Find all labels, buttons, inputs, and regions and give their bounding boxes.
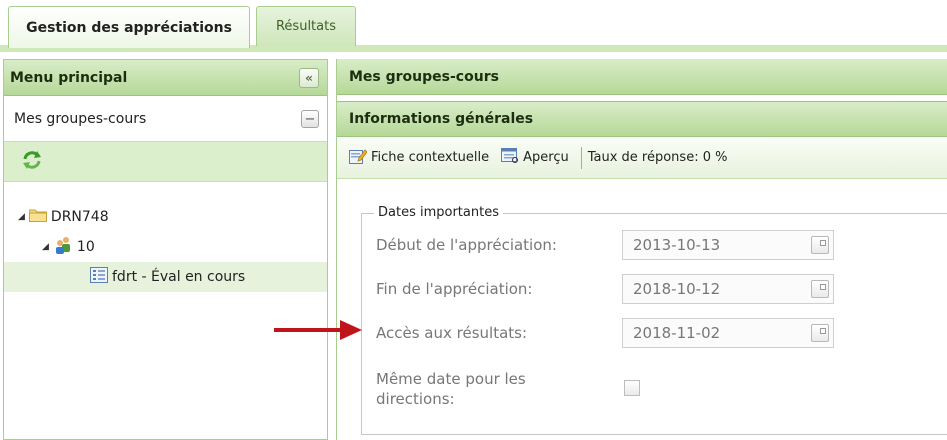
tab-bar: Gestion des appréciations Résultats [0, 0, 947, 52]
expand-triangle-icon[interactable]: ◢ [42, 242, 49, 252]
fin-appreciation-label: Fin de l'appréciation: [376, 274, 532, 304]
preview-icon [501, 147, 519, 168]
folder-icon [28, 208, 48, 226]
field-value: 2013-10-13 [633, 236, 721, 254]
right-panel-header: Mes groupes-cours [337, 59, 947, 95]
dates-importantes-fieldset: Dates importantes Début de l'appréciatio… [361, 205, 947, 435]
info-toolbar: Fiche contextuelle Aperçu Taux de répons… [337, 137, 947, 179]
left-panel: Menu principal « Mes groupes-cours − ◢ D… [3, 59, 328, 440]
field-label: Fin de l'appréciation: [376, 280, 533, 298]
calendar-icon[interactable] [811, 236, 829, 254]
taux-reponse-text: Taux de réponse: 0 % [587, 150, 728, 165]
left-panel-title: Menu principal [10, 69, 128, 86]
course-tree: ◢ DRN748 ◢ 10 fdrt - Éval en cours [4, 182, 327, 292]
tab-label: Gestion des appréciations [26, 19, 232, 36]
fiche-contextuelle-label: Fiche contextuelle [371, 150, 490, 165]
fiche-contextuelle-button[interactable]: Fiche contextuelle [349, 148, 489, 168]
tree-node-fdrt[interactable]: fdrt - Éval en cours [4, 262, 327, 292]
red-arrow-icon [274, 320, 362, 340]
tab-gestion-appreciations[interactable]: Gestion des appréciations [8, 6, 250, 48]
refresh-icon[interactable] [22, 150, 42, 173]
tree-node-label: DRN748 [50, 209, 109, 225]
collapse-section-button[interactable]: − [301, 110, 319, 128]
subsection-header[interactable]: Mes groupes-cours − [4, 96, 327, 142]
toolbar-separator [580, 146, 582, 169]
refresh-toolbar [4, 142, 327, 182]
tab-resultats[interactable]: Résultats [256, 6, 356, 46]
tree-node-drn748[interactable]: ◢ DRN748 [4, 202, 327, 232]
meme-date-label: Même date pour les directions: [376, 364, 526, 414]
field-value: 2018-10-12 [633, 280, 721, 298]
tab-label: Résultats [275, 19, 336, 34]
meme-date-checkbox[interactable] [624, 380, 640, 396]
expand-triangle-icon[interactable]: ◢ [18, 212, 25, 222]
left-panel-header: Menu principal « [4, 60, 327, 96]
apercu-label: Aperçu [523, 150, 569, 165]
acces-resultats-field[interactable]: 2018-11-02 [622, 318, 834, 348]
field-label: Début de l'appréciation: [376, 236, 557, 254]
tree-node-label: fdrt - Éval en cours [112, 269, 246, 285]
right-panel: Mes groupes-cours Informations générales… [336, 59, 947, 440]
right-panel-title: Mes groupes-cours [349, 68, 499, 85]
field-label: Accès aux résultats: [376, 324, 528, 342]
apercu-button[interactable]: Aperçu [501, 147, 569, 168]
tree-node-10[interactable]: ◢ 10 [4, 232, 327, 262]
debut-appreciation-field[interactable]: 2013-10-13 [622, 230, 834, 260]
acces-resultats-label: Accès aux résultats: [376, 318, 527, 348]
minus-icon: − [304, 111, 316, 127]
debut-appreciation-label: Début de l'appréciation: [376, 230, 557, 260]
fieldset-legend: Dates importantes [374, 205, 503, 220]
form-icon [90, 267, 108, 287]
section-title: Informations générales [349, 111, 534, 127]
collapse-panel-button[interactable]: « [299, 68, 319, 88]
edit-document-icon [349, 148, 368, 168]
tree-node-label: 10 [76, 239, 95, 255]
section-header: Informations générales [337, 101, 947, 137]
calendar-icon[interactable] [811, 324, 829, 342]
fin-appreciation-field[interactable]: 2018-10-12 [622, 274, 834, 304]
calendar-icon[interactable] [811, 280, 829, 298]
subsection-title: Mes groupes-cours [14, 110, 147, 127]
double-chevron-left-icon: « [305, 71, 313, 85]
field-label-line1: Même date pour les [376, 370, 526, 388]
field-value: 2018-11-02 [633, 324, 721, 342]
group-users-icon [53, 236, 73, 258]
field-label-line2: directions: [376, 390, 455, 408]
